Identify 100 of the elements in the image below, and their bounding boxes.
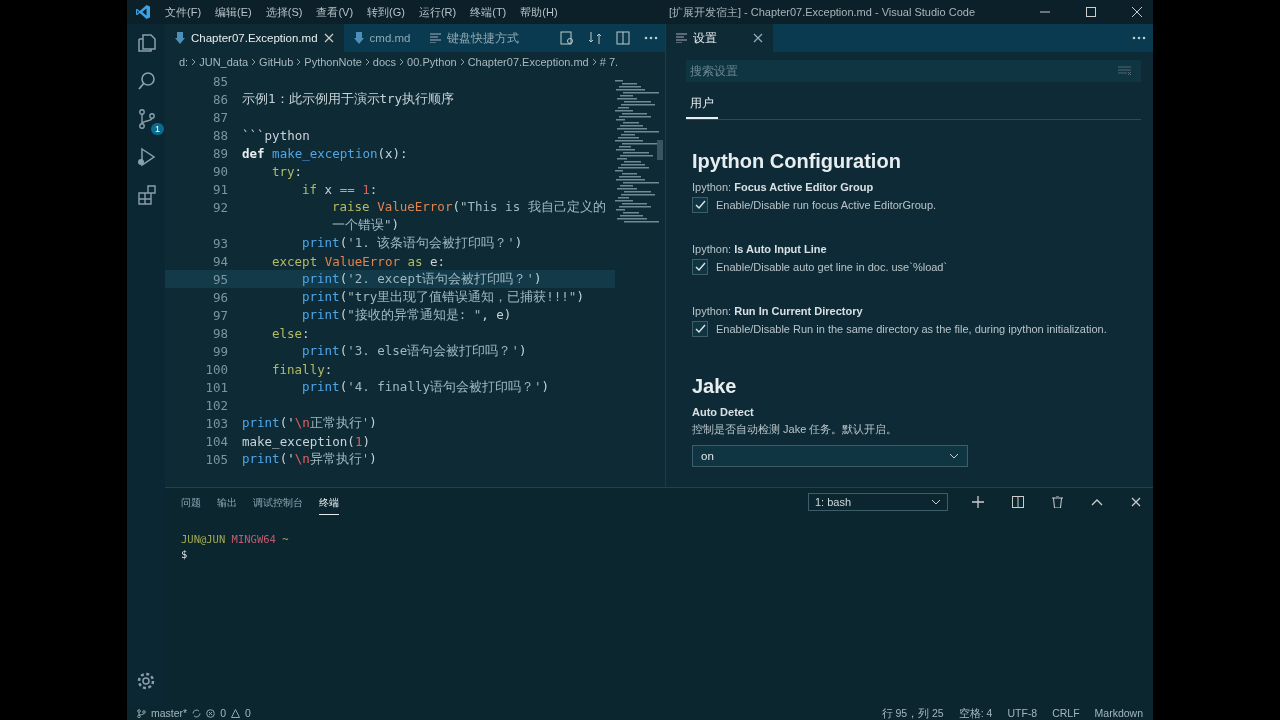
split-terminal-icon[interactable]: [1012, 496, 1024, 508]
editor-tab[interactable]: Chapter07.Exception.md: [165, 24, 344, 52]
plus-icon[interactable]: [972, 496, 984, 508]
chevron-right-icon: [399, 58, 405, 66]
line-number: 104: [205, 433, 228, 449]
chevron-right-icon: [251, 58, 257, 66]
line-number: 93: [212, 235, 228, 251]
status-item[interactable]: CRLF: [1052, 706, 1080, 720]
search-settings-field[interactable]: 搜索设置: [686, 60, 1141, 82]
files-icon[interactable]: [136, 32, 158, 54]
setting-title: Ipython: Focus Active Editor Group: [692, 181, 875, 193]
lines-icon: [430, 33, 442, 43]
panel-tab[interactable]: 终端: [319, 489, 339, 515]
branch-name[interactable]: master*: [151, 706, 188, 720]
code-line: 一个错误"): [332, 216, 400, 234]
menu-item[interactable]: 转到(G): [367, 4, 405, 20]
maximize-icon[interactable]: [1085, 6, 1097, 18]
menu-item[interactable]: 终端(T): [470, 4, 507, 20]
section-heading: Ipython Configuration: [692, 150, 902, 173]
terminal-path: ~: [282, 533, 289, 545]
compare-icon[interactable]: [588, 31, 602, 45]
menu-item[interactable]: 查看(V): [316, 4, 354, 20]
editor-tab[interactable]: cmd.md: [343, 24, 421, 52]
breadcrumb-item[interactable]: PythonNote: [304, 56, 362, 68]
checkbox[interactable]: [692, 259, 708, 275]
line-number: 89: [212, 145, 228, 161]
code-line: print('\n异常执行'): [242, 450, 377, 468]
checkbox[interactable]: [692, 197, 708, 213]
status-item[interactable]: UTF-8: [1007, 706, 1038, 720]
breadcrumb-item[interactable]: # 7.: [599, 56, 619, 68]
editor-tab[interactable]: 设置: [666, 24, 773, 52]
status-item[interactable]: 空格: 4: [958, 706, 993, 720]
close-icon[interactable]: [1131, 497, 1141, 507]
code-line: print('\n正常执行'): [242, 414, 377, 432]
scrollbar[interactable]: [657, 140, 663, 160]
settings-icon[interactable]: [135, 670, 157, 692]
code-line: except ValueError as e:: [272, 253, 446, 269]
split-editor-icon[interactable]: [616, 31, 630, 45]
window-title: [扩展开发宿主] - Chapter07.Exception.md - Visual Studio Code: [668, 4, 975, 20]
breadcrumb-item[interactable]: 00.Python: [407, 56, 457, 68]
line-number: 101: [205, 379, 228, 395]
setting-description: 控制是否自动检测 Jake 任务。默认开启。: [692, 422, 899, 437]
terminal-dropdown[interactable]: 1: bash: [808, 493, 948, 511]
code-line: 示例1：此示例用于演示try执行顺序: [242, 90, 455, 108]
line-number: 90: [212, 163, 228, 179]
menu-item[interactable]: 运行(R): [418, 4, 457, 20]
panel-tab[interactable]: 问题: [181, 490, 201, 514]
preview-icon[interactable]: [560, 31, 574, 45]
dropdown[interactable]: on: [692, 445, 968, 467]
code-line: ```python: [242, 127, 310, 143]
line-number: 102: [205, 397, 228, 413]
status-item[interactable]: 行 95，列 25: [881, 706, 944, 720]
panel-tab[interactable]: 输出: [217, 490, 237, 514]
line-number: 103: [205, 415, 228, 431]
source-control-icon[interactable]: [136, 108, 158, 130]
menu-item[interactable]: 帮助(H): [520, 4, 558, 20]
code-line: try:: [272, 163, 303, 179]
line-number: 94: [212, 253, 228, 269]
code-line: print('1. 该条语句会被打印吗？'): [302, 234, 523, 252]
line-number: 87: [212, 109, 228, 125]
line-number: 97: [212, 307, 228, 323]
error-icon[interactable]: [206, 708, 216, 718]
status-item[interactable]: Markdown: [1094, 706, 1143, 720]
more-icon[interactable]: [644, 36, 658, 40]
code-line: finally:: [272, 361, 333, 377]
breadcrumb-item[interactable]: docs: [372, 56, 397, 68]
close-icon[interactable]: [753, 33, 763, 43]
breadcrumb-item[interactable]: d:: [179, 56, 189, 68]
close-icon[interactable]: [1131, 6, 1143, 18]
menu-item[interactable]: 编辑(E): [215, 4, 252, 20]
terminal-user: JUN@JUN: [181, 533, 226, 545]
run-debug-icon[interactable]: [136, 146, 158, 168]
line-number: 88: [212, 127, 228, 143]
line-number: 86: [212, 91, 228, 107]
editor-tab[interactable]: 键盘快捷方式: [420, 24, 530, 52]
checkbox[interactable]: [692, 321, 708, 337]
extensions-icon[interactable]: [136, 184, 158, 206]
search-icon[interactable]: [136, 70, 158, 92]
menu-item[interactable]: 文件(F): [165, 4, 202, 20]
line-number: 105: [205, 451, 228, 467]
code-line: raise ValueError("This is 我自己定义的: [332, 198, 606, 216]
vscode-logo-icon: [135, 4, 151, 20]
close-icon[interactable]: [323, 33, 334, 43]
setting-title: Auto Detect: [692, 406, 755, 418]
more-icon[interactable]: [1132, 36, 1146, 40]
breadcrumb-item[interactable]: Chapter07.Exception.md: [467, 56, 589, 68]
panel-tab[interactable]: 调试控制台: [253, 490, 303, 514]
chevron-up-icon[interactable]: [1091, 498, 1103, 506]
settings-scope-tab[interactable]: 用户: [686, 92, 718, 119]
code-line: if x == 1:: [302, 181, 378, 197]
line-number: 100: [205, 361, 228, 377]
warning-icon[interactable]: [231, 708, 241, 718]
sync-icon[interactable]: [192, 708, 202, 718]
trash-icon[interactable]: [1052, 496, 1063, 508]
chevron-right-icon: [591, 58, 597, 66]
menu-item[interactable]: 选择(S): [265, 4, 303, 20]
breadcrumb-item[interactable]: GitHub: [259, 56, 294, 68]
setting-description: Enable/Disable Run in the same directory as the file, during ipython initialization.: [716, 323, 1107, 335]
breadcrumb-item[interactable]: JUN_data: [199, 56, 249, 68]
chevron-down-icon: [931, 499, 941, 505]
